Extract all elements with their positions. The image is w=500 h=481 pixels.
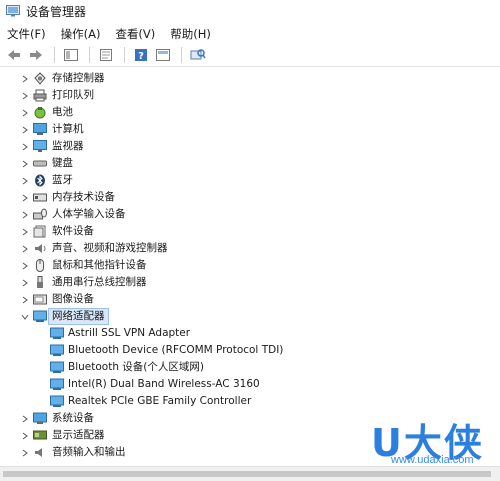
computer-icon (33, 123, 47, 135)
tree-device-label: Intel(R) Dual Band Wireless-AC 3160 (68, 378, 260, 390)
bluetooth-icon (35, 174, 45, 187)
display-button[interactable] (153, 46, 173, 64)
chevron-right-icon[interactable] (20, 74, 30, 84)
svg-text:?: ? (138, 51, 144, 62)
scan-hardware-icon (190, 49, 206, 60)
monitor-icon (33, 140, 47, 152)
tree-category-label: 监视器 (52, 140, 84, 152)
chevron-right-icon[interactable] (20, 176, 30, 186)
network-adapter-icon (50, 378, 64, 390)
toolbar: ? (0, 44, 500, 67)
storage-controller-icon (34, 72, 46, 85)
imaging-device-icon (33, 294, 47, 305)
battery-icon (34, 107, 46, 119)
tree-category-label: 网络适配器 (48, 308, 109, 325)
menu-view[interactable]: 查看(V) (108, 24, 163, 44)
chevron-right-icon[interactable] (20, 261, 30, 271)
chevron-right-icon[interactable] (20, 125, 30, 135)
help-button[interactable]: ? (131, 46, 151, 64)
scan-hardware-button[interactable] (188, 46, 208, 64)
help-icon: ? (135, 49, 147, 62)
toolbar-separator (181, 47, 182, 63)
watermark: U大侠 www.udaxia.com (365, 410, 495, 470)
chevron-right-icon[interactable] (20, 414, 30, 424)
update-driver-button[interactable] (96, 46, 116, 64)
tree-device-label: Bluetooth 设备(个人区域网) (68, 361, 205, 373)
network-adapter-icon (50, 395, 64, 407)
toolbar-separator (89, 47, 90, 63)
network-adapter-icon (50, 327, 64, 339)
mouse-icon (36, 259, 44, 272)
back-button[interactable] (4, 46, 24, 64)
scrollbar-thumb[interactable] (3, 471, 491, 477)
tree-category-label: 蓝牙 (52, 174, 73, 186)
display-adapter-icon (33, 430, 47, 440)
menu-file[interactable]: 文件(F) (0, 24, 54, 44)
tree-category-label: 软件设备 (52, 225, 94, 237)
menu-action[interactable]: 操作(A) (54, 24, 109, 44)
properties-panel-icon (64, 49, 78, 61)
tree-device-label: Astrill SSL VPN Adapter (68, 327, 191, 339)
network-adapter-icon (50, 361, 64, 373)
tree-category-label: 计算机 (52, 123, 84, 135)
chevron-right-icon[interactable] (20, 227, 30, 237)
toolbar-separator (54, 47, 55, 63)
chevron-right-icon[interactable] (20, 210, 30, 220)
chevron-right-icon[interactable] (20, 108, 30, 118)
tree-category-label: 通用串行总线控制器 (52, 276, 147, 288)
memory-device-icon (33, 193, 47, 202)
chevron-down-icon[interactable] (20, 312, 30, 322)
forward-icon (30, 50, 42, 60)
tree-category-label: 电池 (52, 106, 73, 118)
audio-io-icon (35, 448, 42, 457)
device-tree[interactable]: 存储控制器 打印队列 电池 计算机 监视器 键盘 蓝牙 内存技术设备 人体学输入… (0, 68, 500, 464)
chevron-right-icon[interactable] (20, 448, 30, 458)
tree-category-label: 鼠标和其他指针设备 (52, 259, 147, 271)
chevron-right-icon[interactable] (20, 278, 30, 288)
tree-category-label: 人体学输入设备 (52, 208, 126, 220)
display-icon (156, 49, 170, 61)
tree-category-label: 图像设备 (52, 293, 94, 305)
usb-icon (37, 276, 43, 288)
tree-category-label: 系统设备 (52, 412, 94, 424)
network-adapter-icon (33, 310, 47, 322)
chevron-right-icon[interactable] (20, 91, 30, 101)
window-title: 设备管理器 (26, 4, 87, 19)
tree-device-label: Realtek PCIe GBE Family Controller (68, 395, 252, 407)
tree-category-label: 内存技术设备 (52, 191, 115, 203)
properties-panel-button[interactable] (61, 46, 81, 64)
tree-category-label: 声音、视频和游戏控制器 (52, 242, 168, 254)
sound-icon (35, 244, 46, 253)
keyboard-icon (33, 160, 47, 167)
tree-category-label: 键盘 (52, 157, 73, 169)
chevron-right-icon[interactable] (20, 244, 30, 254)
menu-help[interactable]: 帮助(H) (163, 24, 219, 44)
chevron-right-icon[interactable] (20, 142, 30, 152)
chevron-right-icon[interactable] (20, 159, 30, 169)
toolbar-separator (124, 47, 125, 63)
printer-icon (33, 89, 47, 102)
system-device-icon (33, 412, 47, 424)
update-driver-icon (100, 49, 112, 61)
menu-bar: 文件(F) 操作(A) 查看(V) 帮助(H) (0, 24, 500, 44)
tree-category-label: 存储控制器 (52, 72, 105, 84)
watermark-url: www.udaxia.com (391, 454, 474, 466)
tree-category-label: 打印队列 (52, 89, 94, 101)
tree-category-label: 显示适配器 (52, 429, 105, 441)
chevron-right-icon[interactable] (20, 193, 30, 203)
hid-icon (33, 208, 47, 220)
device-manager-icon (6, 5, 20, 17)
software-device-icon (33, 225, 46, 238)
forward-button[interactable] (26, 46, 46, 64)
back-icon (8, 50, 20, 60)
network-adapter-icon (50, 344, 64, 356)
tree-device-label: Bluetooth Device (RFCOMM Protocol TDI) (68, 344, 284, 356)
chevron-right-icon[interactable] (20, 295, 30, 305)
tree-category-label: 音频输入和输出 (52, 446, 126, 458)
chevron-right-icon[interactable] (20, 431, 30, 441)
title-bar: 设备管理器 (0, 0, 500, 22)
